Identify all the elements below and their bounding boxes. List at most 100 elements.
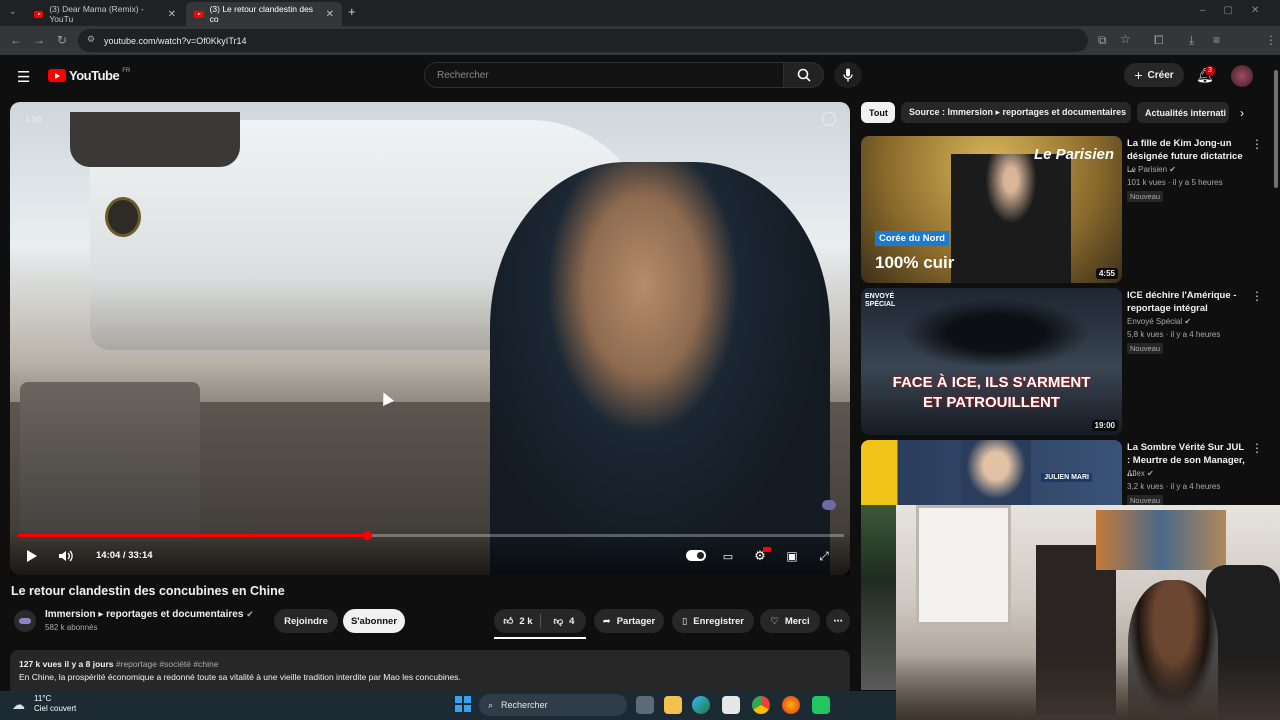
rec-thumbnail[interactable]: Le Parisien Corée du Nord 100% cuir 4:55: [861, 136, 1122, 283]
youtube-favicon-icon: [194, 10, 204, 18]
task-view-icon[interactable]: [636, 696, 654, 714]
reload-icon[interactable]: ↻: [57, 33, 67, 47]
voice-search-button[interactable]: [834, 62, 862, 88]
video-player[interactable]: 1.50: [10, 102, 850, 575]
chrome-icon[interactable]: [752, 696, 770, 714]
window-controls[interactable]: –▢✕: [1200, 5, 1277, 16]
autoplay-toggle[interactable]: [686, 550, 706, 561]
store-icon[interactable]: [722, 696, 740, 714]
back-icon[interactable]: ←: [10, 33, 22, 47]
plus-icon: +: [1134, 67, 1143, 83]
extensions-icon[interactable]: ⧠: [1154, 33, 1164, 48]
rec-meta: 5,8 k vues · il y a 4 heures: [1127, 330, 1221, 339]
chip-source[interactable]: Source : Immersion ▸ reportages et docum…: [901, 102, 1131, 123]
like-underline: [494, 637, 586, 639]
site-info-icon[interactable]: ⚙: [87, 34, 95, 45]
video-frame-ornament: [105, 197, 141, 237]
rec-meta: 101 k vues · il y a 5 heures: [1127, 178, 1223, 187]
subtitles-icon[interactable]: ▭: [720, 548, 736, 564]
progress-played: [18, 534, 368, 537]
youtube-play-logo-icon: [48, 69, 66, 82]
save-button[interactable]: ▯ Enregistrer: [672, 609, 754, 633]
create-button[interactable]: + Créer: [1124, 63, 1184, 87]
tab-dear-mama[interactable]: (3) Dear Mama (Remix) - YouTu ✕: [26, 2, 184, 26]
chip-news[interactable]: Actualités internati: [1137, 102, 1229, 123]
weather-widget[interactable]: 11°C Ciel couvert: [34, 694, 76, 714]
new-tab-button[interactable]: +: [348, 4, 356, 19]
file-explorer-icon[interactable]: [664, 696, 682, 714]
subscriber-count: 582 k abonnés: [45, 623, 98, 632]
start-button[interactable]: [455, 696, 471, 712]
channel-name[interactable]: Immersion ▸ reportages et documentaires …: [45, 609, 254, 620]
chip-label: Tout: [869, 107, 888, 118]
tab-le-retour[interactable]: (3) Le retour clandestin des co ✕: [186, 2, 342, 26]
close-tab-icon[interactable]: ✕: [326, 9, 334, 20]
chip-all[interactable]: Tout: [861, 102, 895, 123]
rec-thumbnail[interactable]: JULIEN MARI: [861, 440, 1122, 505]
rec-channel[interactable]: Aflex ✔: [1127, 468, 1154, 480]
like-count: 2 k: [519, 615, 533, 627]
subscribe-button[interactable]: S'abonner: [343, 609, 405, 633]
like-divider: [540, 614, 541, 628]
cast-icon[interactable]: ⧉: [1098, 33, 1107, 48]
download-icon[interactable]: ⤓: [1189, 33, 1194, 48]
join-button[interactable]: Rejoindre: [274, 609, 338, 633]
search-button[interactable]: [784, 62, 824, 88]
thumb-tag-text: Corée du Nord: [875, 231, 949, 246]
thumb-name-text: JULIEN MARI: [1041, 473, 1092, 482]
url-bar[interactable]: ⚙ youtube.com/watch?v=Of0KkyITr14: [78, 29, 1088, 52]
tab-menu-icon[interactable]: ⌄: [9, 6, 17, 17]
search-input[interactable]: Rechercher: [424, 62, 784, 88]
thanks-label: Merci: [784, 615, 810, 627]
volume-button[interactable]: [58, 548, 74, 564]
playback-speed-overlay: 1.50: [25, 114, 42, 124]
rec-channel[interactable]: Le Parisien ✔: [1127, 164, 1176, 176]
hashtags[interactable]: #reportage #société #chine: [116, 659, 219, 669]
channel-avatar[interactable]: [14, 610, 36, 632]
rec-menu-icon[interactable]: ⋮: [1251, 441, 1263, 455]
channel-watermark-icon[interactable]: [822, 500, 836, 510]
account-avatar[interactable]: [1231, 65, 1253, 87]
browser-menu-icon[interactable]: ⋮: [1265, 33, 1277, 47]
fullscreen-icon[interactable]: ⤢: [816, 548, 832, 564]
theater-mode-icon[interactable]: ▣: [784, 548, 800, 564]
firefox-icon[interactable]: [782, 696, 800, 714]
logo-text: YouTube: [69, 68, 120, 83]
rec-thumbnail-partial[interactable]: [861, 505, 896, 690]
guide-menu-icon[interactable]: ☰: [17, 68, 30, 86]
taskbar-search[interactable]: ⌕ Rechercher: [479, 694, 627, 716]
play-button[interactable]: [24, 548, 40, 564]
bookmark-star-icon[interactable]: ☆: [1120, 32, 1131, 46]
video-frame-person: [490, 162, 830, 575]
new-badge: Nouveau: [1127, 343, 1164, 354]
sidebar-icon[interactable]: ≡: [1213, 33, 1220, 47]
microphone-icon: [843, 68, 853, 82]
youtube-logo[interactable]: YouTube FR: [48, 68, 130, 83]
rec-thumbnail[interactable]: ENVOYÉ SPÉCIAL FACE À ICE, ILS S'ARMENT …: [861, 288, 1122, 435]
url-text: youtube.com/watch?v=Of0KkyITr14: [104, 35, 247, 46]
browser-tab-bar: ⌄ (3) Dear Mama (Remix) - YouTu ✕ (3) Le…: [0, 0, 1280, 26]
weather-cloud-icon[interactable]: ☁: [12, 697, 25, 713]
rec-channel[interactable]: Envoyé Spécial ✔: [1127, 316, 1191, 328]
rec-menu-icon[interactable]: ⋮: [1251, 289, 1263, 303]
thumb-headline-text: 100% cuir: [875, 253, 955, 272]
chips-next-icon[interactable]: ›: [1240, 106, 1244, 120]
page-scrollbar[interactable]: [1274, 70, 1278, 188]
share-button[interactable]: ➦ Partager: [594, 609, 664, 633]
dislike-button[interactable]: 👎︎ 4: [546, 609, 582, 633]
thanks-button[interactable]: ♡ Merci: [760, 609, 820, 633]
video-info-icon[interactable]: [822, 112, 836, 126]
more-actions-button[interactable]: ⋯: [826, 609, 850, 633]
rec-menu-icon[interactable]: ⋮: [1251, 137, 1263, 151]
more-horizontal-icon: ⋯: [833, 615, 843, 627]
rec-title[interactable]: ICE déchire l'Amérique - reportage intég…: [1127, 289, 1247, 315]
edge-icon[interactable]: [692, 696, 710, 714]
app-icon[interactable]: [812, 696, 830, 714]
description-box[interactable]: 127 k vues il y a 8 jours #reportage #so…: [10, 650, 850, 695]
forward-icon[interactable]: →: [33, 33, 45, 47]
close-tab-icon[interactable]: ✕: [168, 9, 176, 20]
duration-badge: 4:55: [1095, 268, 1118, 279]
new-badge: Nouveau: [1127, 191, 1164, 202]
progress-bar[interactable]: [18, 534, 844, 537]
like-button[interactable]: 👍︎ 2 k: [498, 609, 538, 633]
